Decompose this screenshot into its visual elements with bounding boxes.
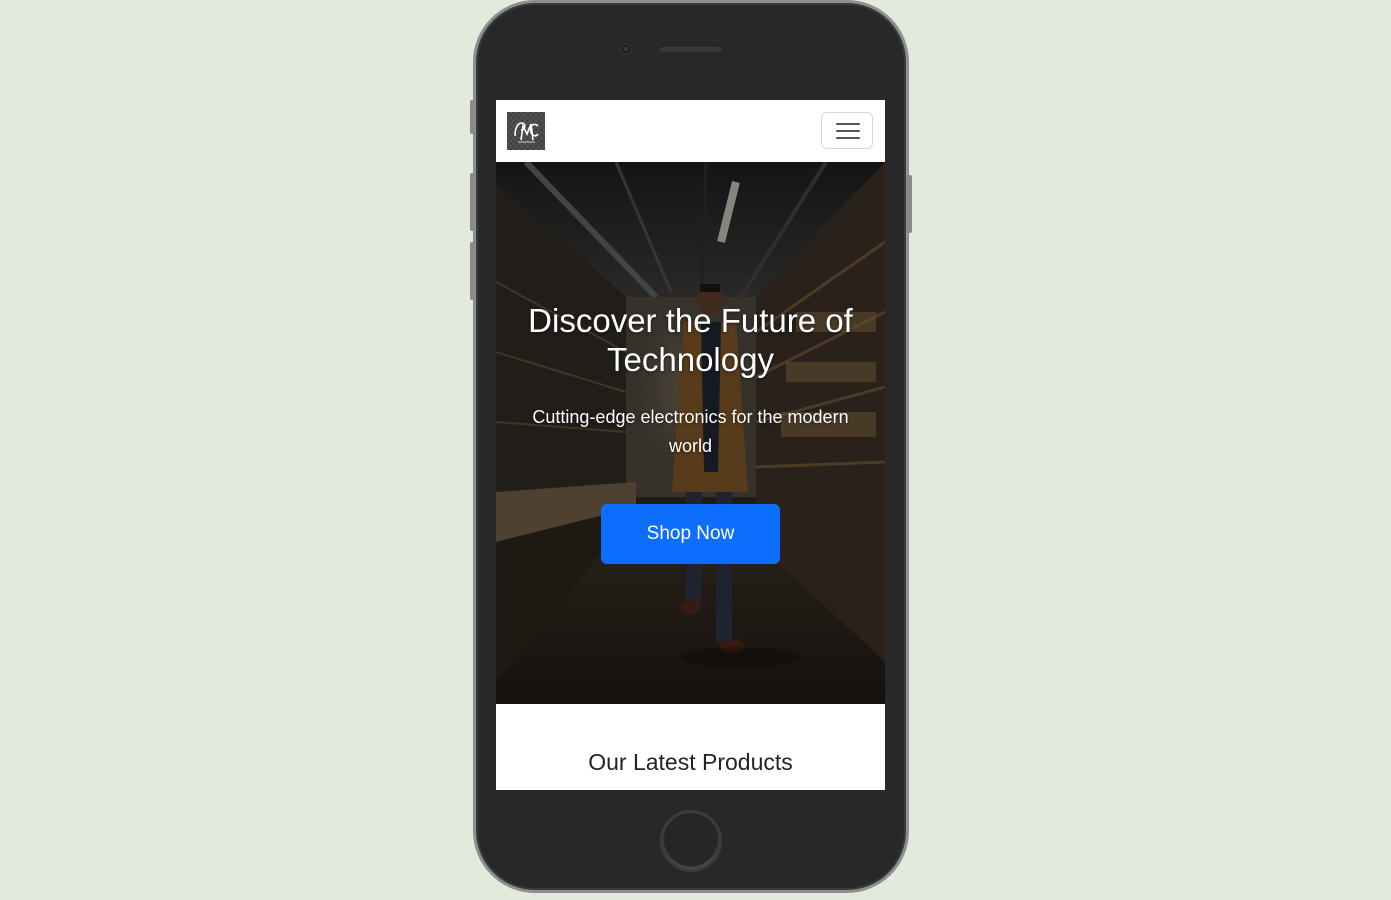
hero-section: Discover the Future of Technology Cuttin…	[496, 162, 885, 704]
hamburger-menu-icon	[836, 137, 860, 139]
latest-products-heading: Our Latest Products	[588, 749, 793, 775]
silent-switch	[470, 100, 475, 134]
brand-logo[interactable]	[507, 112, 545, 150]
brand-logo-icon	[514, 122, 539, 143]
navbar-toggler-button[interactable]	[821, 112, 873, 149]
front-camera	[620, 43, 632, 55]
hamburger-menu-icon	[836, 130, 860, 132]
power-button	[907, 175, 912, 233]
hero-subtitle: Cutting-edge electronics for the modern …	[532, 407, 849, 456]
earpiece-speaker	[659, 45, 723, 52]
home-button[interactable]	[660, 810, 722, 872]
hero-title: Discover the Future of Technology	[528, 302, 853, 378]
shop-now-button[interactable]: Shop Now	[601, 504, 780, 564]
hamburger-menu-icon	[836, 123, 860, 125]
volume-down-button	[470, 242, 475, 300]
navbar	[496, 100, 885, 162]
phone-screen: Discover the Future of Technology Cuttin…	[496, 100, 885, 790]
volume-up-button	[470, 173, 475, 231]
